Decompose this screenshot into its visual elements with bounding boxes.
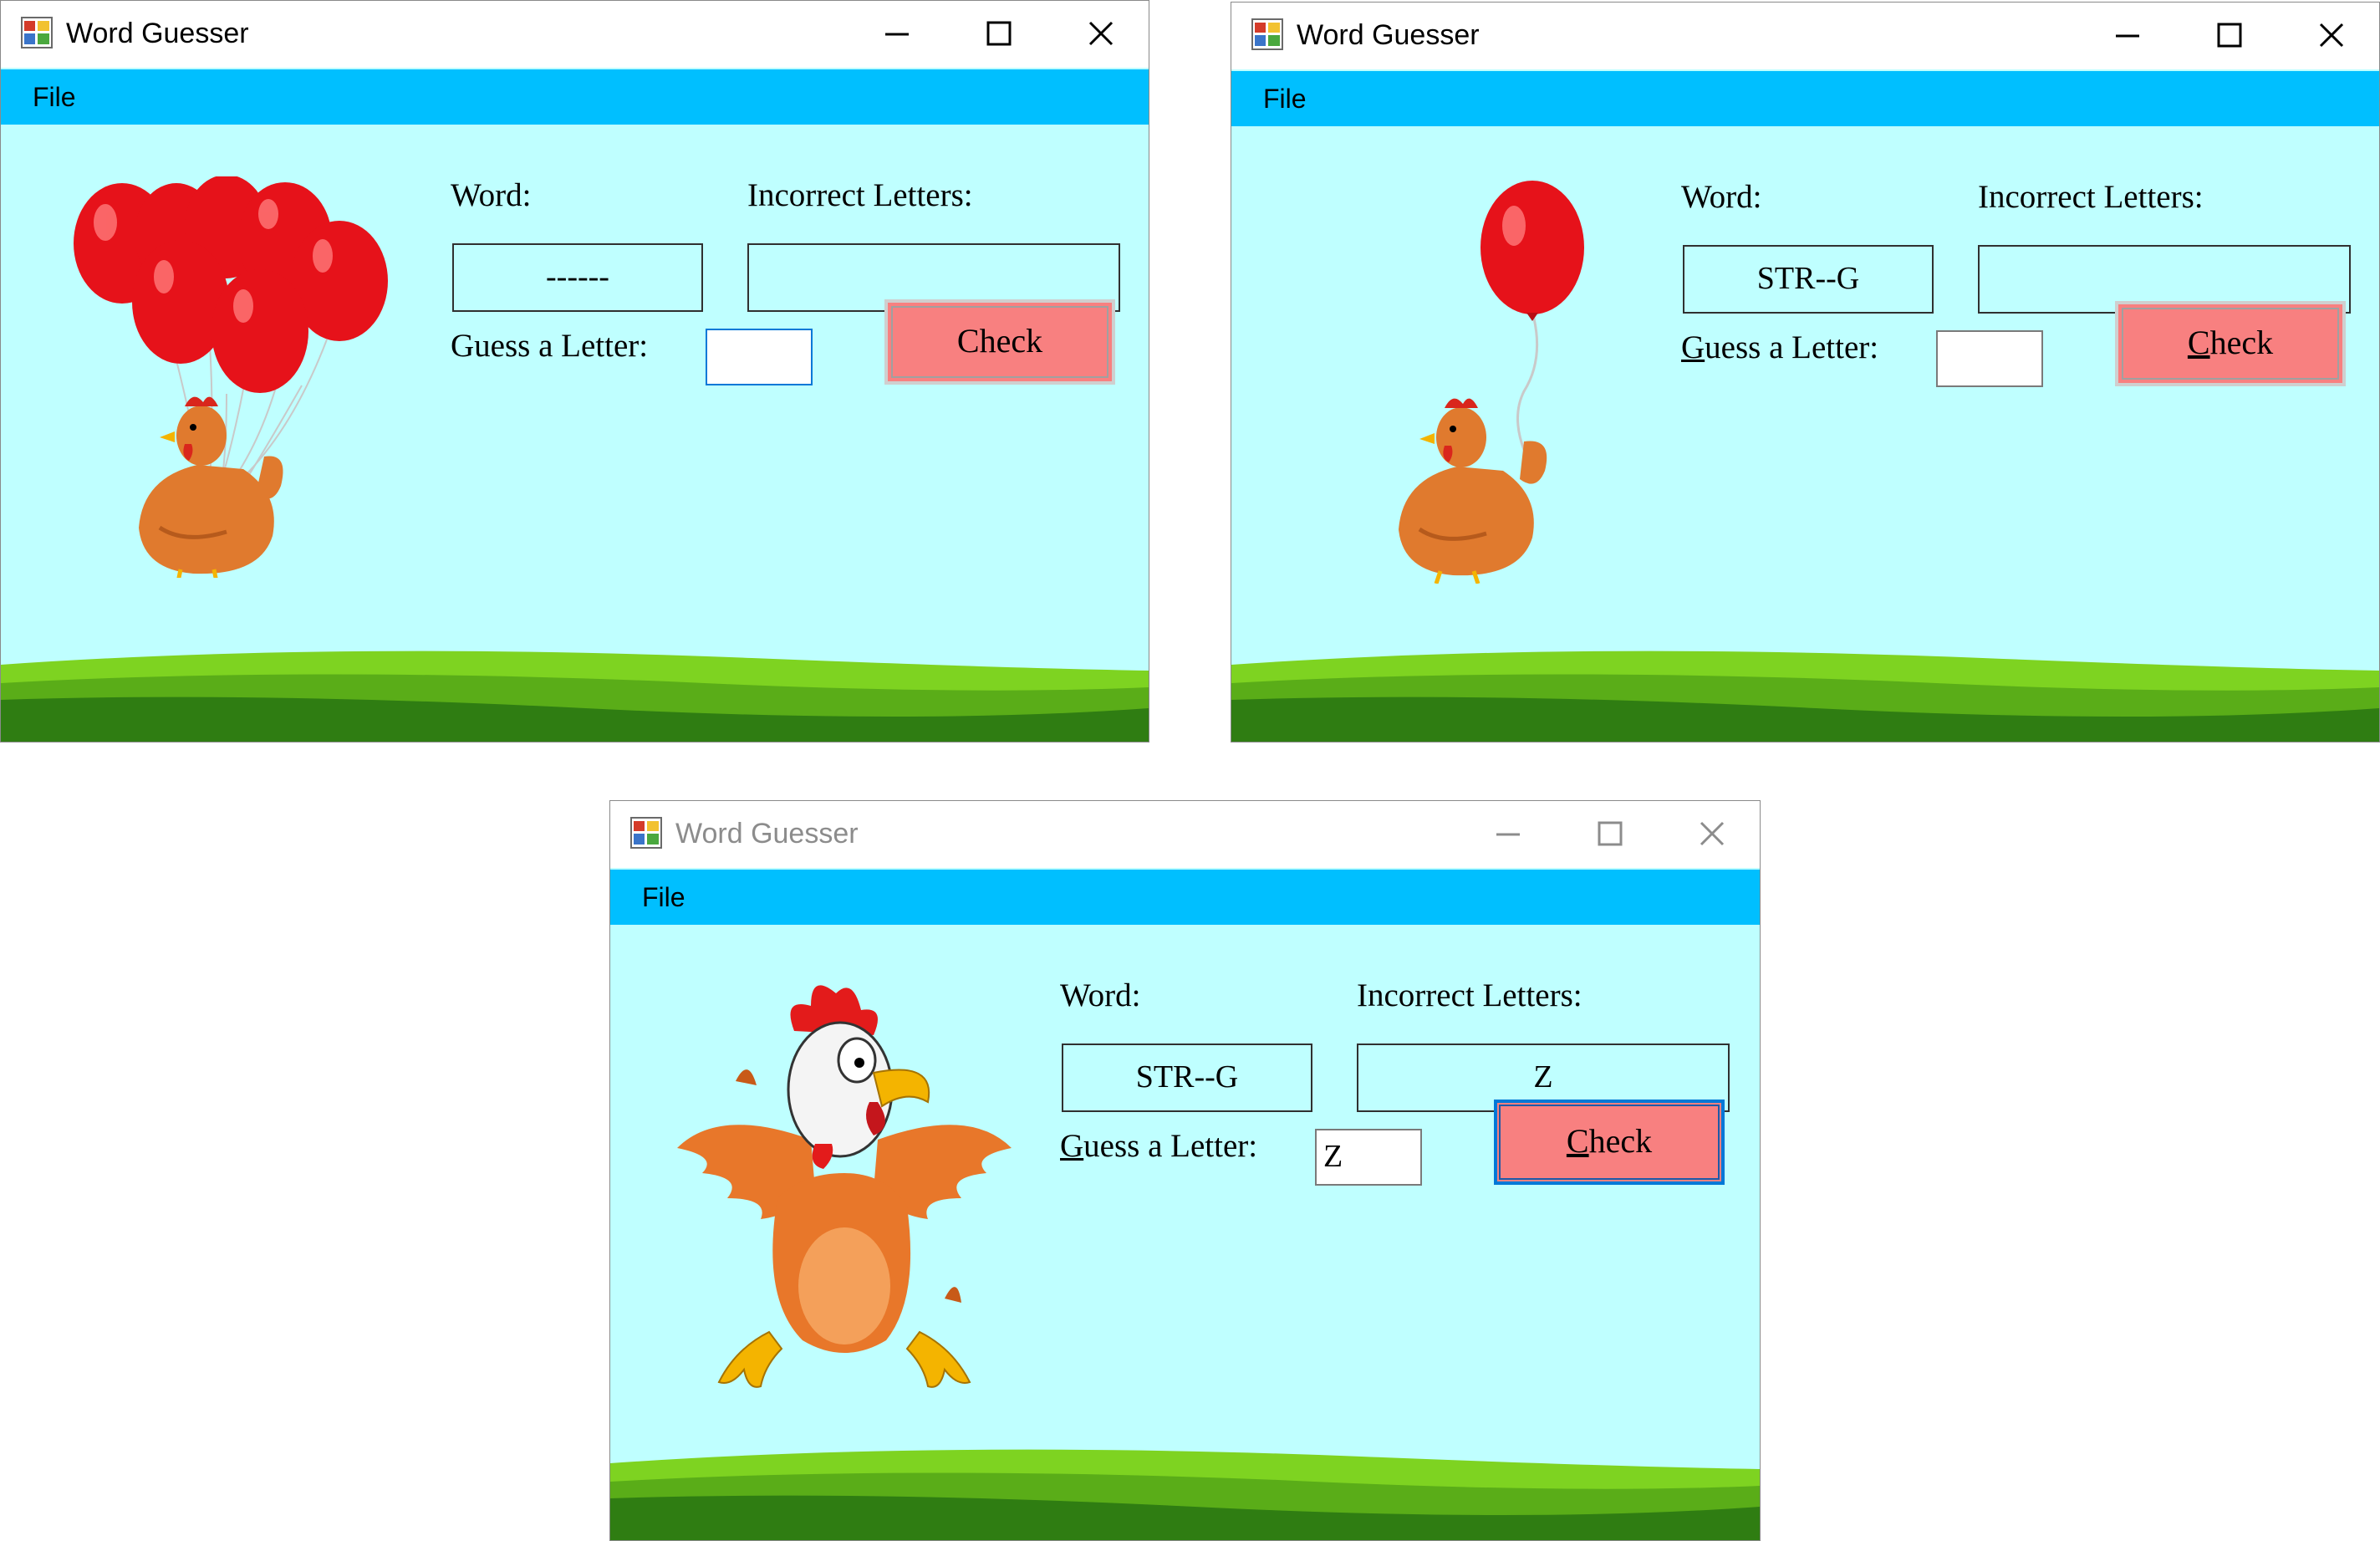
close-icon[interactable] xyxy=(1075,11,1127,58)
grass-ground xyxy=(610,1448,1760,1540)
maximize-icon[interactable] xyxy=(1584,811,1636,858)
guess-letter-label: Guess a Letter: xyxy=(1681,329,1878,366)
guess-letter-input[interactable]: Z xyxy=(1315,1129,1422,1186)
chicken-with-balloons-illustration xyxy=(59,175,410,591)
word-display: STR--G xyxy=(1683,245,1934,314)
menu-file[interactable]: File xyxy=(29,79,79,115)
incorrect-letters-label: Incorrect Letters: xyxy=(747,177,973,213)
guess-letter-label-rest: uess a Letter: xyxy=(1083,1128,1258,1164)
title-bar[interactable]: Word Guesser xyxy=(610,801,1760,868)
minimize-icon[interactable] xyxy=(871,11,923,58)
app-form-icon xyxy=(1251,18,1283,50)
check-access-key: C xyxy=(1566,1122,1589,1160)
incorrect-letters-label: Incorrect Letters: xyxy=(1357,977,1582,1013)
word-label: Word: xyxy=(1060,977,1141,1013)
guess-letter-access-key: G xyxy=(1681,329,1705,365)
word-display: ------ xyxy=(452,243,703,312)
window-title: Word Guesser xyxy=(66,18,249,49)
guess-letter-label: Guess a Letter: xyxy=(1060,1127,1257,1165)
check-label-rest: heck xyxy=(1588,1122,1653,1160)
minimize-icon[interactable] xyxy=(1482,811,1534,858)
check-button[interactable]: Check xyxy=(1494,1100,1725,1185)
maximize-icon[interactable] xyxy=(973,11,1025,58)
menu-file[interactable]: File xyxy=(1260,81,1310,116)
close-icon[interactable] xyxy=(1686,811,1738,858)
grass-ground xyxy=(1,650,1149,742)
title-bar[interactable]: Word Guesser xyxy=(1231,3,2379,69)
word-label: Word: xyxy=(451,177,532,213)
grass-ground xyxy=(1231,650,2379,742)
app-form-icon xyxy=(21,17,53,48)
guess-letter-label-rest: uess a Letter: xyxy=(1705,329,1879,365)
word-guesser-window-2: Word Guesser File Word: Incorrect Letter… xyxy=(1231,2,2380,742)
menu-bar: File xyxy=(1,69,1149,125)
check-access-key: C xyxy=(2187,324,2210,361)
incorrect-letters-label: Incorrect Letters: xyxy=(1978,179,2204,215)
guess-letter-input[interactable] xyxy=(706,329,813,385)
check-label-rest: heck xyxy=(2209,324,2274,361)
menu-file[interactable]: File xyxy=(639,880,689,915)
app-form-icon xyxy=(630,817,662,849)
check-button[interactable]: Check xyxy=(884,299,1115,385)
menu-bar: File xyxy=(610,870,1760,925)
guess-letter-label: Guess a Letter: xyxy=(451,328,649,364)
menu-bar: File xyxy=(1231,71,2379,126)
falling-chicken-illustration xyxy=(669,964,1020,1399)
close-icon[interactable] xyxy=(2306,13,2357,59)
word-guesser-window-1: Word Guesser File Word: Incorrect Letter… xyxy=(0,0,1149,742)
title-bar[interactable]: Word Guesser xyxy=(1,1,1149,68)
word-display: STR--G xyxy=(1062,1043,1312,1112)
window-title: Word Guesser xyxy=(1297,19,1480,51)
chicken-with-balloon-illustration xyxy=(1357,174,1624,584)
maximize-icon[interactable] xyxy=(2204,13,2255,59)
word-guesser-window-3: Word Guesser File Word: Incorrect Letter… xyxy=(609,800,1761,1541)
guess-letter-access-key: G xyxy=(1060,1128,1084,1164)
minimize-icon[interactable] xyxy=(2102,13,2153,59)
guess-letter-input[interactable] xyxy=(1936,330,2043,387)
check-button[interactable]: Check xyxy=(2115,301,2346,386)
window-title: Word Guesser xyxy=(675,818,859,850)
word-label: Word: xyxy=(1681,179,1762,215)
